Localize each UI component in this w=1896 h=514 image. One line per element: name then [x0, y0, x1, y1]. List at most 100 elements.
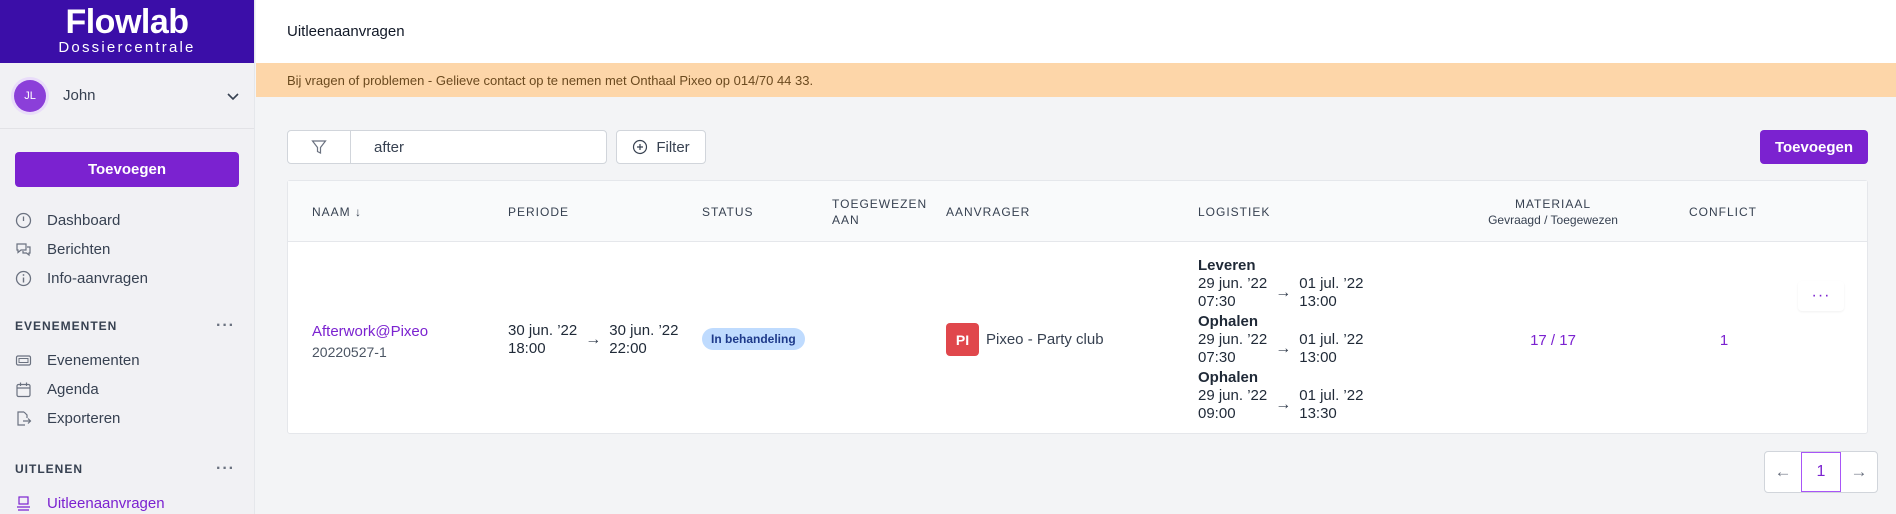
ticket-icon	[15, 355, 32, 366]
column-status: STATUS	[702, 181, 754, 242]
more-icon[interactable]: ···	[216, 460, 235, 478]
status-badge: In behandeling	[702, 328, 805, 350]
logistics-to-time: 13:30	[1299, 405, 1337, 422]
column-naam[interactable]: NAAM ↓	[312, 181, 362, 242]
logistics-from-date: 29 jun. ’22	[1198, 331, 1268, 348]
period-cell: 30 jun. ’22 18:00 → 30 jun. ’22 22:00	[508, 322, 678, 358]
column-label: TOEGEWEZEN	[832, 196, 928, 211]
uitlenen-nav: Uitleenaanvragen	[0, 489, 255, 514]
pagination: ← 1 →	[1764, 451, 1878, 493]
section-title: UITLENEN	[15, 462, 83, 476]
logistics-label: Leveren	[1198, 257, 1256, 274]
sidebar-add-button[interactable]: Toevoegen	[15, 152, 239, 187]
sidebar-item-label: Evenementen	[47, 352, 140, 369]
column-materiaal: MATERIAAL Gevraagd / Toegewezen	[1483, 181, 1623, 242]
period-start-time: 18:00	[508, 340, 546, 357]
column-label: LOGISTIEK	[1198, 204, 1271, 219]
evenementen-nav: Evenementen Agenda Exporteren	[0, 346, 255, 433]
chevron-down-icon[interactable]	[226, 89, 240, 103]
filter-label: Filter	[656, 138, 690, 156]
chat-icon	[16, 243, 31, 257]
sidebar-item-exporteren[interactable]: Exporteren	[0, 404, 255, 433]
column-label: STATUS	[702, 204, 754, 219]
status-cell: In behandeling	[702, 328, 805, 350]
name-cell: Afterwork@Pixeo 20220527-1	[312, 321, 428, 363]
requests-table: NAAM ↓ PERIODE STATUS TOEGEWEZEN AAN AAN…	[287, 180, 1868, 434]
info-icon	[15, 270, 32, 287]
row-actions-icon[interactable]: ···	[1798, 281, 1844, 311]
sidebar-item-label: Info-aanvragen	[47, 270, 148, 287]
brand-name: Flowlab	[65, 2, 189, 41]
logistics-to-date: 01 jul. ’22	[1299, 387, 1364, 404]
logistics-from-time: 07:30	[1198, 293, 1236, 310]
arrow-right-icon: →	[1275, 340, 1292, 357]
sidebar-item-dashboard[interactable]: Dashboard	[0, 206, 255, 235]
logistics-to-time: 13:00	[1299, 349, 1337, 366]
requester-cell: PI Pixeo - Party club	[946, 323, 1104, 356]
filter-funnel-icon[interactable]	[288, 131, 351, 163]
page-title: Uitleenaanvragen	[287, 23, 405, 40]
user-name: John	[63, 87, 96, 104]
loan-icon	[17, 496, 30, 511]
conflict-count[interactable]: 1	[1689, 332, 1759, 349]
page-header: Uitleenaanvragen	[256, 0, 1896, 63]
request-id: 20220527-1	[312, 344, 387, 360]
logistics-to-time: 13:00	[1299, 293, 1337, 310]
logistics-from-date: 29 jun. ’22	[1198, 275, 1268, 292]
filter-button[interactable]: Filter	[616, 130, 706, 164]
sidebar-item-label: Exporteren	[47, 410, 121, 427]
column-aanvrager: AANVRAGER	[946, 181, 1030, 242]
section-evenementen: EVENEMENTEN ···	[0, 316, 255, 336]
arrow-right-icon: →	[1275, 284, 1292, 301]
column-toegewezen: TOEGEWEZEN AAN	[832, 181, 927, 242]
column-label: PERIODE	[508, 204, 570, 219]
column-sublabel: Gevraagd / Toegewezen	[1488, 212, 1618, 227]
logistics-entry: Leveren 29 jun. ’22 07:30 → 01 jul. ’22 …	[1198, 257, 1363, 311]
sidebar-item-label: Uitleenaanvragen	[47, 495, 165, 512]
add-button[interactable]: Toevoegen	[1760, 130, 1868, 164]
logistics-from-time: 07:30	[1198, 349, 1236, 366]
logistics-cell: Leveren 29 jun. ’22 07:30 → 01 jul. ’22 …	[1198, 257, 1363, 423]
period-start-date: 30 jun. ’22	[508, 322, 578, 339]
sidebar-item-evenementen[interactable]: Evenementen	[0, 346, 255, 375]
period-end-date: 30 jun. ’22	[609, 322, 679, 339]
column-label: AANVRAGER	[946, 204, 1031, 219]
next-page-icon[interactable]: →	[1841, 452, 1877, 492]
column-label: AAN	[832, 212, 860, 227]
search-input[interactable]	[351, 138, 606, 156]
requester-name: Pixeo - Party club	[986, 331, 1104, 348]
section-uitlenen: UITLENEN ···	[0, 459, 255, 479]
logistics-from-date: 29 jun. ’22	[1198, 387, 1268, 404]
sidebar-item-agenda[interactable]: Agenda	[0, 375, 255, 404]
logistics-label: Ophalen	[1198, 369, 1259, 386]
period-end-time: 22:00	[609, 340, 647, 357]
logistics-entry: Ophalen 29 jun. ’22 07:30 → 01 jul. ’22 …	[1198, 313, 1363, 367]
logistics-to-date: 01 jul. ’22	[1299, 275, 1364, 292]
user-menu[interactable]: JL John	[0, 63, 254, 129]
brand-subtitle: Dossiercentrale	[58, 38, 196, 56]
plus-circle-icon	[633, 139, 648, 155]
more-icon[interactable]: ···	[216, 317, 235, 335]
export-icon	[17, 411, 32, 426]
calendar-icon	[16, 382, 31, 398]
page-number[interactable]: 1	[1801, 452, 1841, 492]
arrow-right-icon: →	[585, 331, 602, 348]
column-label: NAAM	[312, 204, 351, 219]
table-header: NAAM ↓ PERIODE STATUS TOEGEWEZEN AAN AAN…	[288, 181, 1867, 242]
logo[interactable]: Flowlab Dossiercentrale	[0, 0, 254, 63]
request-name-link[interactable]: Afterwork@Pixeo	[312, 321, 428, 342]
section-title: EVENEMENTEN	[15, 319, 118, 333]
sidebar-item-label: Berichten	[47, 241, 111, 258]
sidebar-item-info-aanvragen[interactable]: Info-aanvragen	[0, 264, 255, 293]
avatar: JL	[14, 79, 46, 112]
materials-count[interactable]: 17 / 17	[1483, 332, 1623, 349]
logistics-label: Ophalen	[1198, 313, 1259, 330]
sidebar: Flowlab Dossiercentrale JL John Toevoege…	[0, 0, 255, 514]
sidebar-item-label: Dashboard	[47, 212, 121, 229]
prev-page-icon[interactable]: ←	[1765, 452, 1801, 492]
column-periode: PERIODE	[508, 181, 569, 242]
sort-arrow-icon: ↓	[355, 204, 363, 219]
sidebar-item-uitleenaanvragen[interactable]: Uitleenaanvragen	[0, 489, 255, 514]
sidebar-item-berichten[interactable]: Berichten	[0, 235, 255, 264]
banner-text: Bij vragen of problemen - Gelieve contac…	[287, 72, 814, 88]
